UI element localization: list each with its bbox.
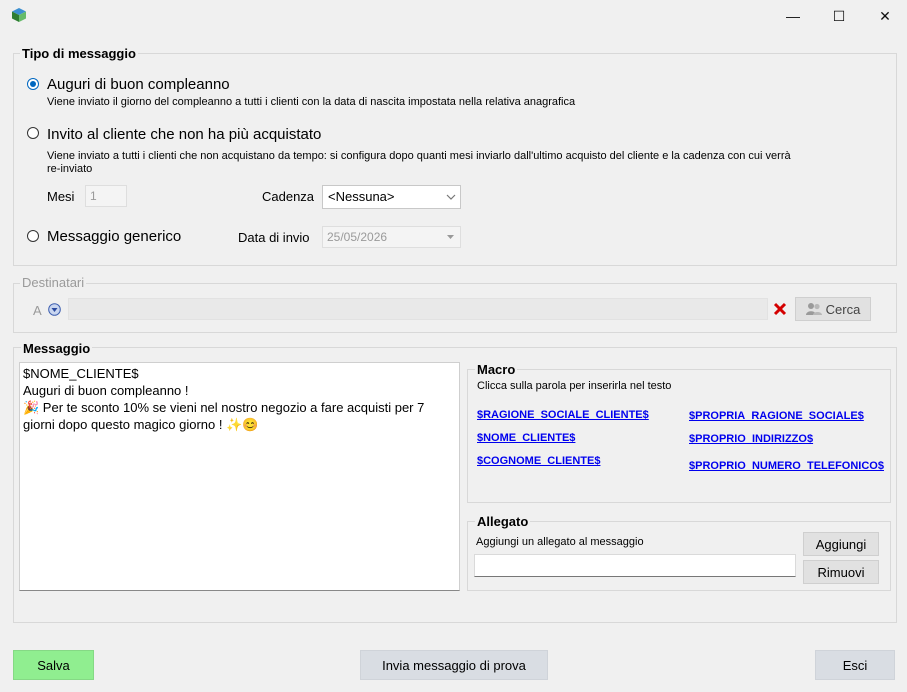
salva-button[interactable]: Salva — [13, 650, 94, 680]
allegato-hint: Aggiungi un allegato al messaggio — [476, 536, 644, 548]
mesi-input[interactable]: 1 — [85, 185, 127, 207]
invito-description-line1: Viene inviato a tutti i clienti che non … — [47, 150, 791, 162]
macro-nome-cliente[interactable]: $NOME_CLIENTE$ — [477, 432, 575, 444]
macro-proprio-indirizzo[interactable]: $PROPRIO_INDIRIZZO$ — [689, 433, 813, 445]
rimuovi-button[interactable]: Rimuovi — [803, 560, 879, 584]
maximize-button[interactable]: ☐ — [816, 0, 862, 32]
destinatari-legend: Destinatari — [20, 275, 87, 290]
message-line: Auguri di buon compleanno ! — [23, 383, 189, 398]
data-invio-label: Data di invio — [238, 230, 310, 245]
destinatari-a-label: A — [33, 303, 42, 318]
macro-propria-ragione-sociale[interactable]: $PROPRIA_RAGIONE_SOCIALE$ — [689, 410, 864, 422]
invito-description-line2: re-inviato — [47, 163, 93, 175]
messaggio-legend: Messaggio — [21, 341, 93, 356]
invia-prova-button[interactable]: Invia messaggio di prova — [360, 650, 548, 680]
aggiungi-button[interactable]: Aggiungi — [803, 532, 879, 556]
generico-label[interactable]: Messaggio generico — [47, 228, 181, 245]
radio-invito[interactable] — [27, 127, 39, 139]
radio-auguri[interactable] — [27, 78, 39, 90]
cadenza-label: Cadenza — [262, 189, 315, 204]
allegato-legend: Allegato — [475, 514, 531, 529]
macro-hint: Clicca sulla parola per inserirla nel te… — [477, 380, 672, 392]
cadenza-select[interactable]: <Nessuna> — [322, 185, 461, 209]
destinatari-input[interactable] — [68, 298, 768, 320]
delete-icon[interactable] — [773, 302, 787, 316]
macro-proprio-numero-telefonico[interactable]: $PROPRIO_NUMERO_TELEFONICO$ — [689, 460, 884, 472]
allegato-input[interactable] — [474, 554, 796, 577]
close-window-button[interactable]: ✕ — [862, 0, 907, 32]
message-line: 🎉 Per te sconto 10% se vieni nel nostro … — [23, 400, 425, 415]
cadenza-value: <Nessuna> — [328, 189, 395, 204]
macro-legend: Macro — [475, 362, 518, 377]
mesi-label: Mesi — [47, 189, 75, 204]
data-invio-picker[interactable]: 25/05/2026 — [322, 226, 461, 248]
data-invio-value: 25/05/2026 — [327, 230, 388, 244]
macro-cognome-cliente[interactable]: $COGNOME_CLIENTE$ — [477, 455, 600, 467]
message-textarea[interactable]: $NOME_CLIENTE$ Auguri di buon compleanno… — [19, 362, 460, 591]
message-line: $NOME_CLIENTE$ — [23, 366, 139, 381]
auguri-label[interactable]: Auguri di buon compleanno — [47, 76, 230, 93]
chevron-down-icon — [446, 194, 456, 200]
users-icon — [805, 303, 822, 315]
invito-label[interactable]: Invito al cliente che non ha più acquist… — [47, 126, 321, 143]
cerca-label: Cerca — [825, 301, 861, 317]
app-icon — [12, 8, 26, 22]
dropdown-circle-icon[interactable] — [48, 303, 61, 316]
tipo-messaggio-legend: Tipo di messaggio — [20, 46, 138, 61]
cerca-button[interactable]: Cerca — [795, 297, 871, 321]
macro-ragione-sociale-cliente[interactable]: $RAGIONE_SOCIALE_CLIENTE$ — [477, 409, 649, 421]
message-line: giorni dopo questo magico giorno ! ✨😊 — [23, 417, 259, 432]
dropdown-arrow-icon — [447, 235, 454, 239]
auguri-description: Viene inviato il giorno del compleanno a… — [47, 96, 576, 108]
title-bar: — ☐ ✕ — [0, 0, 907, 32]
minimize-button[interactable]: — — [770, 0, 816, 32]
esci-button[interactable]: Esci — [815, 650, 895, 680]
radio-generico[interactable] — [27, 230, 39, 242]
